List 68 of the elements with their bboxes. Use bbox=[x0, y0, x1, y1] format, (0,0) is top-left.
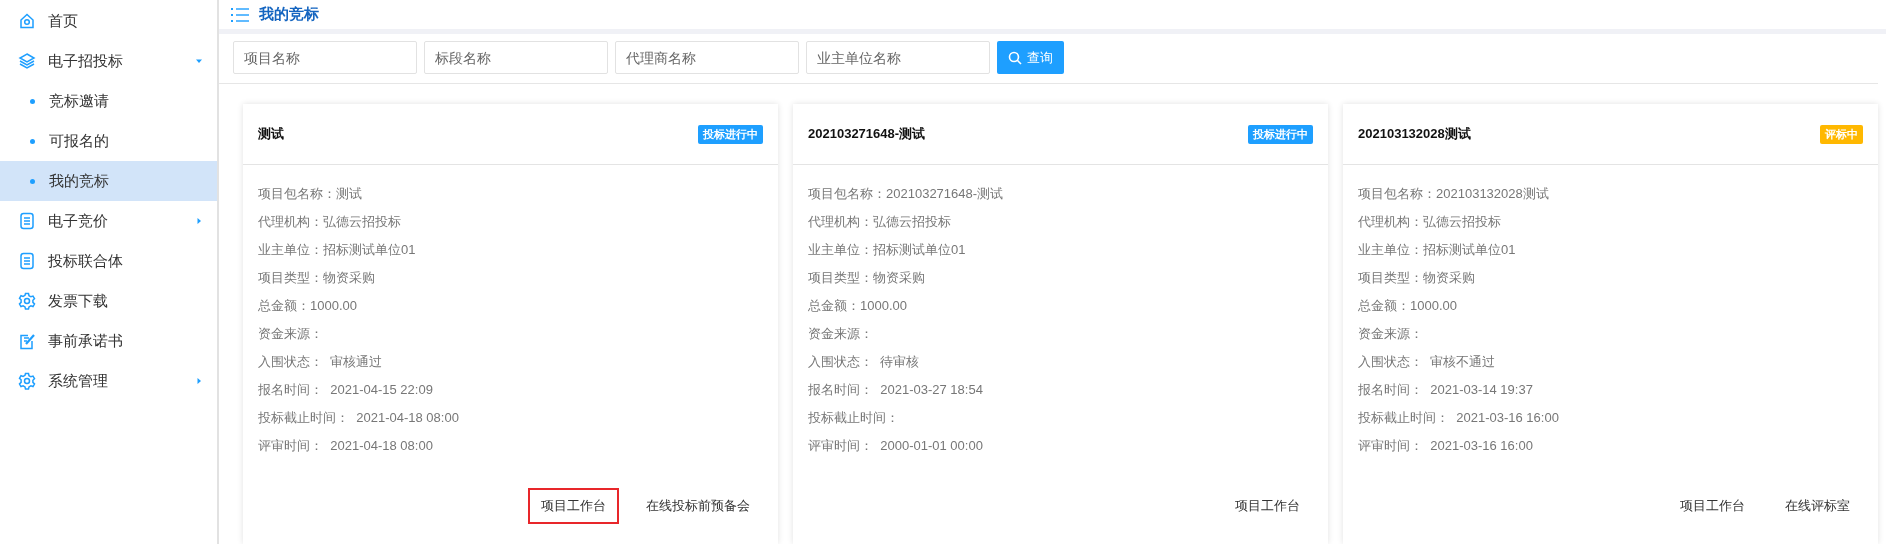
sidebar-item[interactable]: 系统管理 bbox=[0, 361, 217, 401]
card-field: 评审时间： 2000-01-01 00:00 bbox=[808, 432, 1313, 460]
edit-document-icon bbox=[18, 332, 36, 350]
card-field: 总金额：1000.00 bbox=[808, 292, 1313, 320]
settings-icon bbox=[18, 292, 36, 310]
search-field[interactable]: 业主单位名称 bbox=[806, 41, 990, 74]
sidebar-item[interactable]: 发票下载 bbox=[0, 281, 217, 321]
card-field: 入围状态： 审核不通过 bbox=[1358, 348, 1863, 376]
card-field: 项目类型：物资采购 bbox=[808, 264, 1313, 292]
sidebar-item[interactable]: 事前承诺书 bbox=[0, 321, 217, 361]
card-field: 资金来源： bbox=[1358, 320, 1863, 348]
search-icon bbox=[1008, 50, 1022, 65]
sidebar-item[interactable]: 首页 bbox=[0, 1, 217, 41]
home-icon bbox=[18, 12, 36, 30]
card-field: 业主单位：招标测试单位01 bbox=[1358, 236, 1863, 264]
card-field: 报名时间： 2021-03-14 19:37 bbox=[1358, 376, 1863, 404]
bullet-icon bbox=[30, 138, 35, 144]
card-field: 资金来源： bbox=[258, 320, 763, 348]
card-field: 项目包名称：202103271648-测试 bbox=[808, 180, 1313, 208]
sidebar-subitem[interactable]: 竞标邀请 bbox=[0, 81, 217, 121]
layers-icon bbox=[18, 52, 36, 70]
document-icon bbox=[18, 212, 36, 230]
status-tag: 评标中 bbox=[1820, 124, 1863, 144]
card-title: 202103271648-测试 bbox=[808, 125, 926, 143]
card-title: 202103132028测试 bbox=[1358, 125, 1471, 143]
card-field: 报名时间： 2021-03-27 18:54 bbox=[808, 376, 1313, 404]
card-field: 投标截止时间： 2021-03-16 16:00 bbox=[1358, 404, 1863, 432]
card-link[interactable]: 项目工作台 bbox=[1222, 488, 1313, 524]
bullet-icon bbox=[30, 178, 35, 184]
card-link[interactable]: 在线投标前预备会 bbox=[633, 488, 763, 524]
card-field: 入围状态： 待审核 bbox=[808, 348, 1313, 376]
settings-icon bbox=[18, 372, 36, 390]
status-tag: 投标进行中 bbox=[1248, 124, 1313, 144]
search-field[interactable]: 标段名称 bbox=[424, 41, 608, 74]
sidebar-subitem[interactable]: 我的竞标 bbox=[0, 161, 217, 201]
card-link[interactable]: 在线评标室 bbox=[1772, 488, 1863, 524]
document-icon bbox=[18, 252, 36, 270]
list-icon bbox=[231, 6, 249, 23]
card-field: 资金来源： bbox=[808, 320, 1313, 348]
card-link[interactable]: 项目工作台 bbox=[1667, 488, 1758, 524]
sidebar-item[interactable]: 电子竞价 bbox=[0, 201, 217, 241]
card-field: 项目包名称：测试 bbox=[258, 180, 763, 208]
card-field: 代理机构：弘德云招投标 bbox=[1358, 208, 1863, 236]
card-field: 总金额：1000.00 bbox=[1358, 292, 1863, 320]
card-field: 评审时间： 2021-04-18 08:00 bbox=[258, 432, 763, 460]
card-field: 报名时间： 2021-04-15 22:09 bbox=[258, 376, 763, 404]
card-field: 项目类型：物资采购 bbox=[258, 264, 763, 292]
card-field: 代理机构：弘德云招投标 bbox=[808, 208, 1313, 236]
search-field[interactable]: 代理商名称 bbox=[615, 41, 799, 74]
card-title: 测试 bbox=[258, 125, 284, 143]
card-field: 总金额：1000.00 bbox=[258, 292, 763, 320]
status-tag: 投标进行中 bbox=[698, 124, 763, 144]
card-field: 项目包名称：202103132028测试 bbox=[1358, 180, 1863, 208]
card-field: 代理机构：弘德云招投标 bbox=[258, 208, 763, 236]
card-field: 投标截止时间： 2021-04-18 08:00 bbox=[258, 404, 763, 432]
card-field: 项目类型：物资采购 bbox=[1358, 264, 1863, 292]
card-field: 投标截止时间： bbox=[808, 404, 1313, 432]
card-link[interactable]: 项目工作台 bbox=[528, 488, 619, 524]
bullet-icon bbox=[30, 98, 35, 104]
sidebar-item[interactable]: 投标联合体 bbox=[0, 241, 217, 281]
sidebar-subitem[interactable]: 可报名的 bbox=[0, 121, 217, 161]
card-field: 入围状态： 审核通过 bbox=[258, 348, 763, 376]
card-field: 评审时间： 2021-03-16 16:00 bbox=[1358, 432, 1863, 460]
card-field: 业主单位：招标测试单位01 bbox=[258, 236, 763, 264]
sidebar-item[interactable]: 电子招投标 bbox=[0, 41, 217, 81]
card-field: 业主单位：招标测试单位01 bbox=[808, 236, 1313, 264]
search-field[interactable]: 项目名称 bbox=[233, 41, 417, 74]
page-title: 我的竞标 bbox=[259, 5, 319, 24]
